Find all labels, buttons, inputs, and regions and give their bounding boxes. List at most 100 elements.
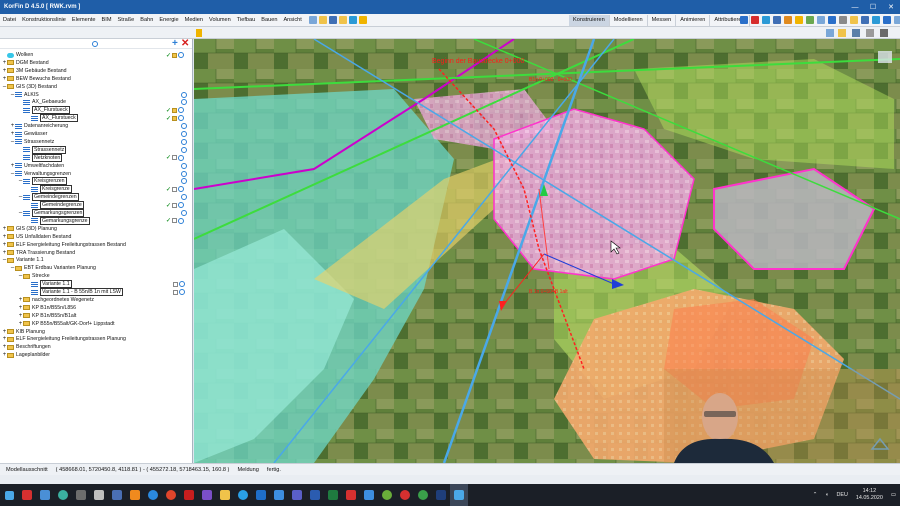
search-icon[interactable] [181,210,187,216]
tree-item[interactable]: – Strassennetz [0,138,192,146]
layer-box-icon[interactable] [172,218,178,224]
app-files-icon[interactable] [36,484,54,506]
tab-messen[interactable]: Messen [648,15,677,26]
search-icon[interactable] [181,170,187,177]
tree-item[interactable]: + nachgeordnetes Wegenetz [0,296,192,304]
tab-animieren[interactable]: Animieren [676,15,711,26]
menu-konstruktionslinie[interactable]: Konstruktionslinie [19,17,69,23]
app-link-icon[interactable] [360,484,378,506]
search-icon[interactable] [181,131,187,137]
tree-item[interactable]: – EBT Erdbau Varianten Planung [0,264,192,272]
tree-item[interactable]: AX_Flurstueck ✓ [0,106,192,115]
view-mode-icon[interactable] [826,29,834,37]
tree-item[interactable]: Kreisgrenze ✓ [0,185,192,194]
tree-item[interactable]: – Gemeindegrenzen [0,193,192,202]
app-teams-icon[interactable] [288,484,306,506]
visible-check-icon[interactable]: ✓ [166,115,171,122]
view-icon[interactable] [817,16,825,24]
app-calc-icon[interactable] [90,484,108,506]
save-icon[interactable] [328,16,337,24]
tree-item[interactable]: + TRA Trassierung Bestand [0,249,192,257]
layer-box-icon[interactable] [173,289,178,295]
tab-modellieren[interactable]: Modellieren [610,15,648,26]
search-icon[interactable] [181,91,187,98]
search-icon[interactable] [178,217,185,224]
app-vs-icon[interactable] [198,484,216,506]
app-chrome-icon[interactable] [162,484,180,506]
app-globe-icon[interactable] [54,484,72,506]
tree-item[interactable]: + Beschriftungen [0,343,192,351]
tree-item[interactable]: Variante 1.1 [0,280,192,289]
tree-item[interactable]: – Gemarkungsgrenzen [0,209,192,217]
folder-icon[interactable] [338,16,347,24]
layer-box-icon[interactable] [172,186,178,192]
app-dx-icon[interactable] [180,484,198,506]
search-icon[interactable] [179,289,185,295]
maximize-button[interactable]: ☐ [864,0,882,14]
app-green-icon[interactable] [414,484,432,506]
menu-bim[interactable]: BIM [99,17,115,23]
app-vlc-icon[interactable] [126,484,144,506]
visible-check-icon[interactable]: ✓ [166,186,171,193]
print-icon[interactable] [348,16,357,24]
menu-tiefbau[interactable]: Tiefbau [234,17,258,23]
export-icon[interactable] [872,16,880,24]
tree-item[interactable]: + Datenanreicherung [0,122,192,130]
tree-item[interactable]: + US Unfalldaten Bestand [0,233,192,241]
menu-energie[interactable]: Energie [156,17,181,23]
open-folder-icon[interactable] [318,16,327,24]
tree-item[interactable]: Gemeindegrenze ✓ [0,201,192,210]
search-icon[interactable] [181,162,187,169]
map-canvas[interactable]: Beginn der Baustrecke 0+000 B1n 0+000 - … [194,39,900,463]
tree-item[interactable]: Wolken ✓ [0,51,192,59]
search-icon[interactable] [178,154,185,161]
menu-elemente[interactable]: Elemente [69,17,99,23]
image-icon[interactable] [850,16,858,24]
brush-icon[interactable] [838,29,846,37]
app-word-icon[interactable] [306,484,324,506]
app-korfin-icon[interactable] [450,484,468,506]
tools-icon[interactable] [866,29,874,37]
layer-color-icon[interactable] [172,115,178,121]
tree-item[interactable]: – Strecke [0,272,192,280]
tree-item[interactable]: – Variante 1.1 [0,256,192,264]
tree-item[interactable]: + ELF Energieleitung Freileitungstrassen … [0,241,192,249]
map-viewport[interactable]: Beginn der Baustrecke 0+000 B1n 0+000 - … [194,39,900,463]
menu-volumen[interactable]: Volumen [206,17,234,23]
app-terminal-icon[interactable] [72,484,90,506]
menu-strasse[interactable]: Straße [115,17,138,23]
tree-item[interactable]: Variante 1.1 - B 55n/B 1n mit LSW [0,288,192,296]
visible-check-icon[interactable]: ✓ [166,217,171,224]
add-icon[interactable]: + [172,39,178,49]
start-button[interactable] [0,484,18,506]
app-save-icon[interactable] [108,484,126,506]
tree-item[interactable]: +3M Gebäude Bestand [0,67,192,75]
app-record-icon[interactable] [396,484,414,506]
globe-icon[interactable] [894,16,900,24]
tree-item[interactable]: + KP B1n/B55n/B1alt [0,312,192,320]
tree-item[interactable]: – GIS (3D) Bestand [0,83,192,91]
layer-box-icon[interactable] [172,155,178,161]
search-icon[interactable] [178,107,185,114]
delete-icon[interactable]: ✕ [181,39,189,49]
layer-box-icon[interactable] [172,202,178,208]
clock[interactable]: 14:12 14.05.2020 [856,488,883,502]
tree-item[interactable]: + ELF Energieleitung Freileitungstrassen … [0,335,192,343]
search-icon[interactable] [181,99,187,106]
tree-item[interactable]: Netzknoten ✓ [0,153,192,162]
settings-icon[interactable] [839,16,847,24]
app-ps-icon[interactable] [432,484,450,506]
app-skype-icon[interactable] [234,484,252,506]
tree-item[interactable]: AX_Flurstueck ✓ [0,114,192,123]
tree-item[interactable]: + KP B55n/B55alt/GK-Dorf+ Lippstadt [0,320,192,328]
grid-icon[interactable] [762,16,770,24]
menu-ansicht[interactable]: Ansicht [280,17,304,23]
shape-icon[interactable] [784,16,792,24]
search-icon[interactable] [181,194,187,201]
app-edge-icon[interactable] [144,484,162,506]
tree-item[interactable]: + GIS (3D) Planung [0,225,192,233]
search-icon[interactable] [181,138,187,145]
minimize-button[interactable]: — [846,0,864,14]
layer-box-icon[interactable] [173,281,178,287]
tree-search-icon[interactable] [92,41,98,47]
